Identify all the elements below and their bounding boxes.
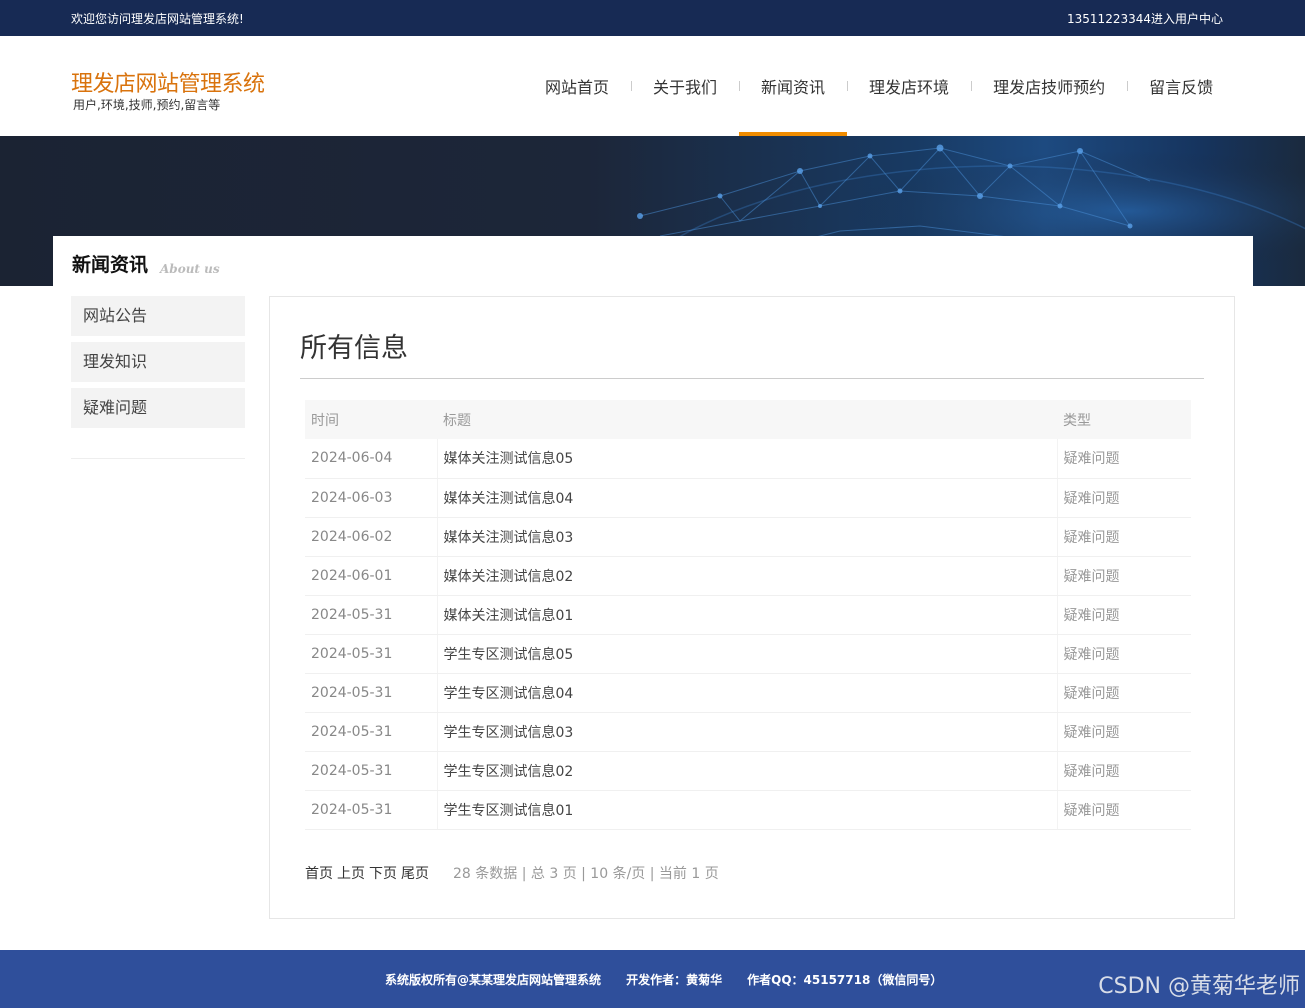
row-type: 疑难问题: [1056, 790, 1191, 830]
row-title-link[interactable]: 媒体关注测试信息04: [436, 478, 1057, 518]
row-title-link[interactable]: 媒体关注测试信息02: [436, 556, 1057, 596]
section-title: 新闻资讯: [72, 254, 149, 276]
nav-item-barber-booking[interactable]: 理发店技师预约: [971, 36, 1127, 136]
table-header-row: 时间 标题 类型: [305, 400, 1191, 439]
row-title-link[interactable]: 媒体关注测试信息03: [436, 517, 1057, 557]
sidebar-divider: [71, 458, 245, 459]
column-header-time: 时间: [305, 400, 437, 439]
row-date: 2024-06-01: [305, 556, 437, 596]
nav-item-environment[interactable]: 理发店环境: [847, 36, 971, 136]
table-row: 2024-06-01 媒体关注测试信息02 疑难问题: [305, 556, 1191, 596]
row-type: 疑难问题: [1056, 595, 1191, 635]
nav-item-feedback[interactable]: 留言反馈: [1127, 36, 1235, 136]
sidebar-item-hair-knowledge[interactable]: 理发知识: [71, 342, 245, 382]
table-row: 2024-05-31 学生专区测试信息05 疑难问题: [305, 634, 1191, 674]
row-title-link[interactable]: 媒体关注测试信息01: [436, 595, 1057, 635]
last-page-link[interactable]: 尾页: [401, 863, 429, 883]
table-row: 2024-06-03 媒体关注测试信息04 疑难问题: [305, 478, 1191, 518]
logo-subtitle: 用户,环境,技师,预约,留言等: [73, 98, 221, 112]
main-nav: 网站首页 关于我们 新闻资讯 理发店环境 理发店技师预约 留言反馈: [523, 36, 1235, 136]
sidebar: 网站公告 理发知识 疑难问题: [71, 296, 245, 434]
pagination: 首页 上页 下页 尾页 28 条数据 | 总 3 页 | 10 条/页 | 当前…: [305, 863, 719, 883]
table-row: 2024-05-31 学生专区测试信息01 疑难问题: [305, 790, 1191, 830]
row-type: 疑难问题: [1056, 712, 1191, 752]
top-bar: 欢迎您访问理发店网站管理系统! 13511223344进入用户中心: [0, 0, 1305, 36]
row-title-link[interactable]: 学生专区测试信息02: [436, 751, 1057, 791]
row-date: 2024-05-31: [305, 790, 437, 830]
table-row: 2024-05-31 媒体关注测试信息01 疑难问题: [305, 595, 1191, 635]
welcome-text: 欢迎您访问理发店网站管理系统!: [71, 12, 244, 26]
nav-label: 关于我们: [653, 78, 718, 97]
row-date: 2024-05-31: [305, 595, 437, 635]
table-row: 2024-06-04 媒体关注测试信息05 疑难问题: [305, 439, 1191, 479]
row-date: 2024-06-02: [305, 517, 437, 557]
column-header-title: 标题: [437, 400, 1057, 439]
row-date: 2024-05-31: [305, 712, 437, 752]
row-date: 2024-05-31: [305, 673, 437, 713]
nav-item-about[interactable]: 关于我们: [631, 36, 739, 136]
nav-label: 理发店环境: [869, 78, 950, 97]
footer-text: 系统版权所有@某某理发店网站管理系统 开发作者：黄菊华 作者QQ：4515771…: [385, 973, 943, 987]
nav-item-home[interactable]: 网站首页: [523, 36, 631, 136]
nav-label: 新闻资讯: [761, 78, 826, 97]
section-title-en: About us: [160, 262, 220, 276]
user-center-link[interactable]: 13511223344进入用户中心: [1067, 10, 1223, 27]
main-content: 所有信息 时间 标题 类型 2024-06-04 媒体关注测试信息05 疑难问题 2…: [269, 296, 1235, 919]
table-row: 2024-06-02 媒体关注测试信息03 疑难问题: [305, 517, 1191, 557]
page-title: 所有信息: [300, 333, 408, 364]
news-table: 时间 标题 类型 2024-06-04 媒体关注测试信息05 疑难问题 2024-0…: [305, 400, 1191, 830]
row-title-link[interactable]: 学生专区测试信息05: [436, 634, 1057, 674]
table-row: 2024-05-31 学生专区测试信息04 疑难问题: [305, 673, 1191, 713]
row-title-link[interactable]: 学生专区测试信息03: [436, 712, 1057, 752]
section-title-box: 新闻资讯 About us: [53, 236, 1253, 286]
row-type: 疑难问题: [1056, 556, 1191, 596]
sidebar-item-announcement[interactable]: 网站公告: [71, 296, 245, 336]
row-type: 疑难问题: [1056, 673, 1191, 713]
pagination-info: 28 条数据 | 总 3 页 | 10 条/页 | 当前 1 页: [453, 866, 719, 882]
prev-page-link[interactable]: 上页: [337, 863, 365, 883]
row-date: 2024-06-04: [305, 439, 437, 479]
nav-label: 网站首页: [545, 78, 610, 97]
table-row: 2024-05-31 学生专区测试信息02 疑难问题: [305, 751, 1191, 791]
row-type: 疑难问题: [1056, 478, 1191, 518]
title-divider: [300, 378, 1204, 379]
row-title-link[interactable]: 媒体关注测试信息05: [436, 439, 1057, 479]
row-type: 疑难问题: [1056, 439, 1191, 479]
row-type: 疑难问题: [1056, 634, 1191, 674]
row-type: 疑难问题: [1056, 751, 1191, 791]
sidebar-item-faq[interactable]: 疑难问题: [71, 388, 245, 428]
table-row: 2024-05-31 学生专区测试信息03 疑难问题: [305, 712, 1191, 752]
row-title-link[interactable]: 学生专区测试信息04: [436, 673, 1057, 713]
nav-label: 留言反馈: [1149, 78, 1214, 97]
nav-item-news[interactable]: 新闻资讯: [739, 36, 848, 136]
logo-title[interactable]: 理发店网站管理系统: [71, 66, 265, 98]
row-date: 2024-06-03: [305, 478, 437, 518]
next-page-link[interactable]: 下页: [369, 863, 397, 883]
watermark-text: CSDN @黄菊华老师: [1098, 974, 1300, 999]
row-title-link[interactable]: 学生专区测试信息01: [436, 790, 1057, 830]
row-date: 2024-05-31: [305, 634, 437, 674]
nav-label: 理发店技师预约: [993, 78, 1106, 97]
site-header: 理发店网站管理系统 用户,环境,技师,预约,留言等 网站首页 关于我们 新闻资讯…: [0, 36, 1305, 136]
row-type: 疑难问题: [1056, 517, 1191, 557]
row-date: 2024-05-31: [305, 751, 437, 791]
first-page-link[interactable]: 首页: [305, 863, 333, 883]
column-header-type: 类型: [1057, 400, 1191, 439]
